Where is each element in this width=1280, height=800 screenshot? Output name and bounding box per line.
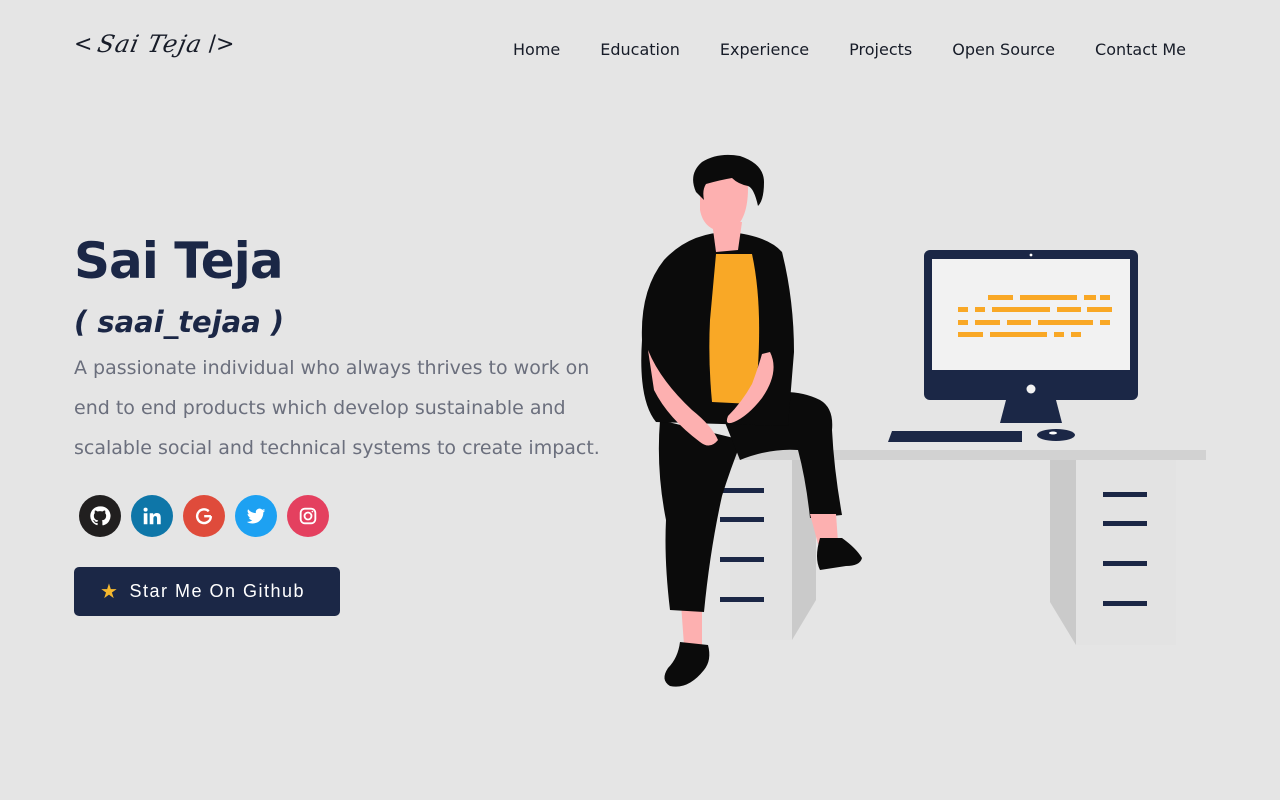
nav-contact-me[interactable]: Contact Me (1095, 40, 1186, 59)
star-on-github-button[interactable]: ★ Star Me On Github (74, 567, 340, 616)
twitter-icon (246, 508, 266, 524)
logo-close-bracket: /> (208, 31, 235, 57)
logo-open-bracket: < (74, 31, 93, 57)
star-button-label: Star Me On Github (129, 581, 306, 601)
linkedin-icon (143, 507, 161, 525)
linkedin-link[interactable] (131, 495, 173, 537)
github-icon (90, 506, 111, 526)
star-icon: ★ (100, 581, 120, 603)
hero-name: Sai Teja (74, 232, 284, 290)
instagram-link[interactable] (287, 495, 329, 537)
developer-illustration (641, 154, 1206, 687)
nav-experience[interactable]: Experience (720, 40, 809, 59)
logo-signature: Sai Teja (95, 30, 206, 58)
google-link[interactable] (183, 495, 225, 537)
nav-home[interactable]: Home (513, 40, 560, 59)
hero-description: A passionate individual who always thriv… (74, 357, 600, 459)
main-nav: Home Education Experience Projects Open … (513, 40, 1186, 59)
nav-open-source[interactable]: Open Source (952, 40, 1055, 59)
nav-education[interactable]: Education (600, 40, 680, 59)
github-link[interactable] (79, 495, 121, 537)
twitter-link[interactable] (235, 495, 277, 537)
nav-projects[interactable]: Projects (849, 40, 912, 59)
hero-handle: ( saai_tejaa ) (74, 305, 285, 339)
google-icon (195, 508, 213, 525)
logo[interactable]: < Sai Teja /> (74, 30, 234, 58)
social-links (79, 495, 329, 537)
instagram-icon (299, 507, 317, 525)
